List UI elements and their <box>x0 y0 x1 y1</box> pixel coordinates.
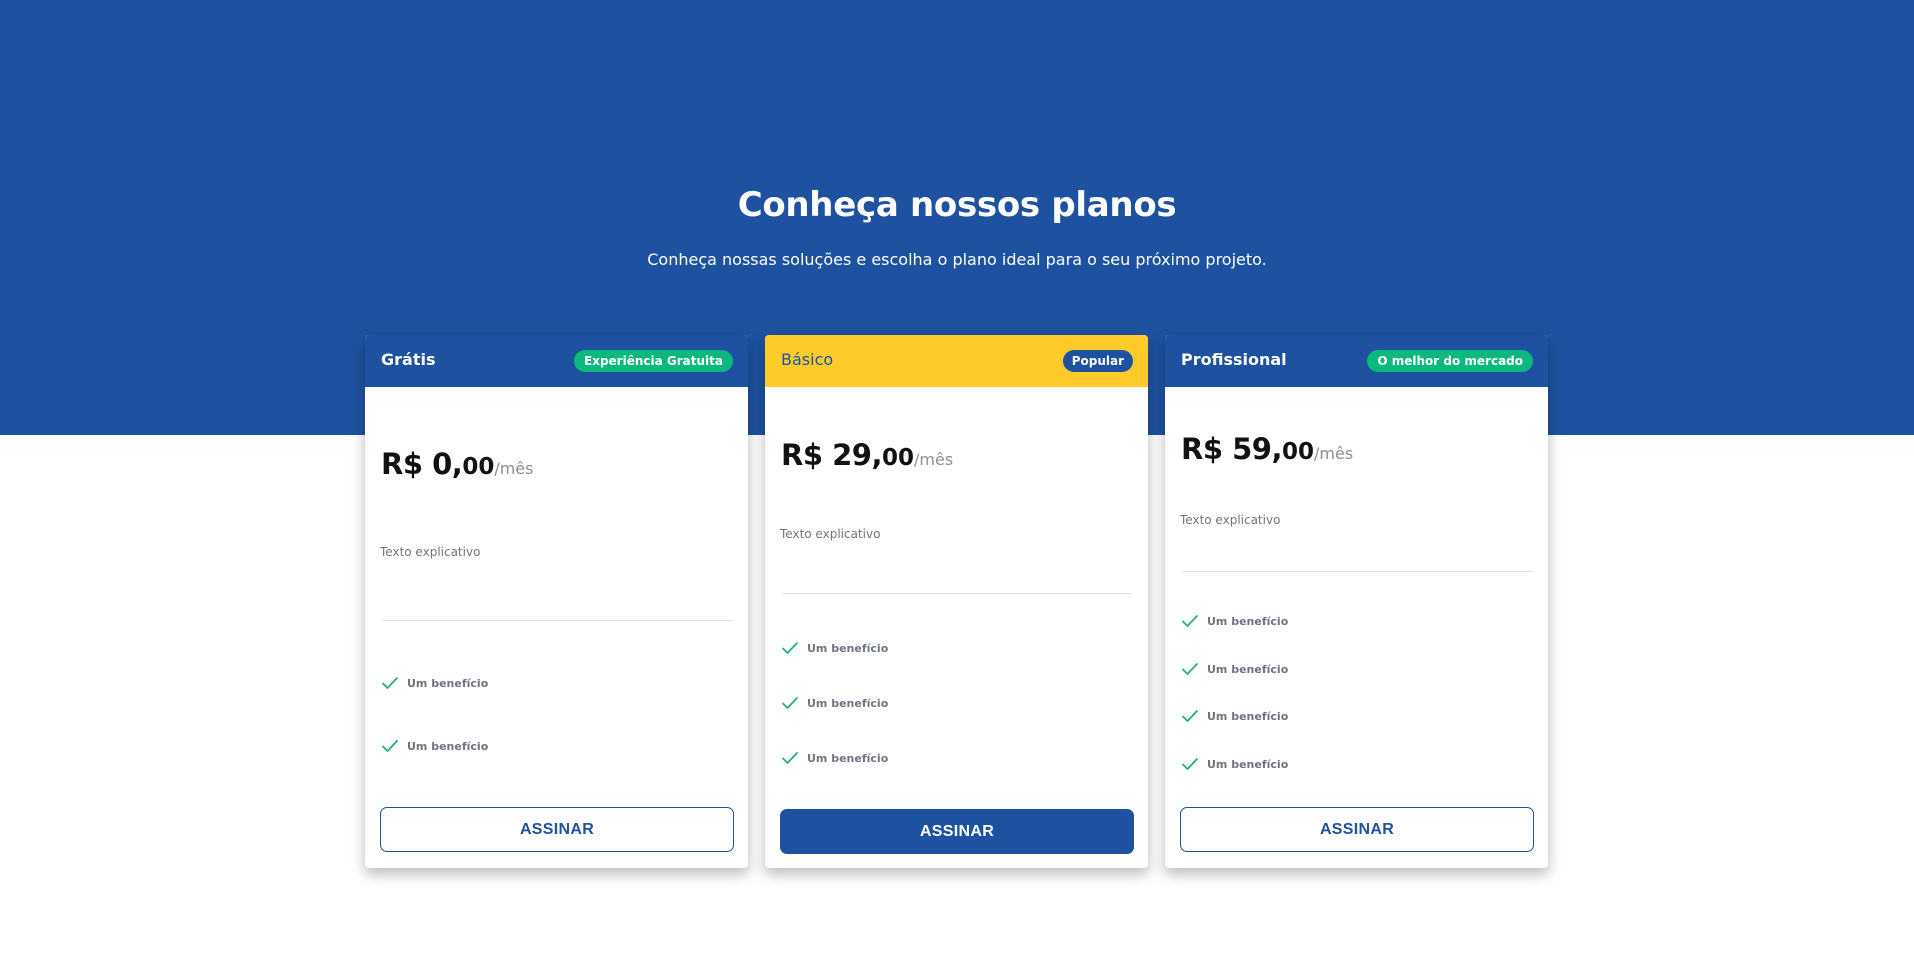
plan-card-gratis: Grátis Experiência Gratuita R$ 0,00/mês … <box>365 335 748 868</box>
benefit-label: Um benefício <box>1207 758 1289 771</box>
plan-description: Texto explicativo <box>1180 513 1281 527</box>
price-period: /mês <box>494 459 534 478</box>
benefit-label: Um benefício <box>407 677 489 690</box>
benefit-label: Um benefício <box>1207 663 1289 676</box>
price-cents: 00 <box>1281 439 1314 465</box>
plan-description: Texto explicativo <box>780 527 881 541</box>
check-icon <box>382 677 398 689</box>
subscribe-button[interactable]: ASSINAR <box>780 809 1134 854</box>
price-period: /mês <box>1314 444 1354 463</box>
page-title: Conheça nossos planos <box>737 185 1177 225</box>
price-amount: R$ 0, <box>381 447 463 481</box>
plan-price: R$ 59,00/mês <box>1181 432 1353 466</box>
benefit-label: Um benefício <box>1207 615 1289 628</box>
benefit-label: Um benefício <box>1207 710 1289 723</box>
check-icon <box>382 740 398 752</box>
benefit-label: Um benefício <box>807 752 889 765</box>
price-cents: 00 <box>881 445 914 471</box>
plan-badge: O melhor do mercado <box>1367 350 1533 372</box>
plan-name: Grátis <box>381 350 436 369</box>
plan-name: Profissional <box>1181 350 1287 369</box>
plan-badge: Experiência Gratuita <box>574 350 733 372</box>
plan-header: Grátis Experiência Gratuita <box>365 335 748 387</box>
plan-header: Profissional O melhor do mercado <box>1165 335 1548 387</box>
check-icon <box>782 697 798 709</box>
check-icon <box>1182 758 1198 770</box>
check-icon <box>1182 710 1198 722</box>
price-period: /mês <box>914 450 954 469</box>
benefit-label: Um benefício <box>807 642 889 655</box>
benefit-label: Um benefício <box>807 697 889 710</box>
check-icon <box>782 752 798 764</box>
divider <box>782 593 1132 594</box>
plan-description: Texto explicativo <box>380 545 481 559</box>
plan-price: R$ 29,00/mês <box>781 438 953 472</box>
divider <box>382 620 732 621</box>
plan-card-basico: Básico Popular R$ 29,00/mês Texto explic… <box>765 335 1148 868</box>
plan-name: Básico <box>781 350 834 369</box>
check-icon <box>782 642 798 654</box>
plan-card-profissional: Profissional O melhor do mercado R$ 59,0… <box>1165 335 1548 868</box>
price-amount: R$ 59, <box>1181 432 1282 466</box>
page-subtitle: Conheça nossas soluções e escolha o plan… <box>647 250 1267 269</box>
check-icon <box>1182 663 1198 675</box>
benefit-label: Um benefício <box>407 740 489 753</box>
price-amount: R$ 29, <box>781 438 882 472</box>
plan-badge: Popular <box>1062 350 1133 372</box>
plan-price: R$ 0,00/mês <box>381 447 533 481</box>
subscribe-button[interactable]: ASSINAR <box>1180 807 1534 852</box>
plan-header: Básico Popular <box>765 335 1148 387</box>
check-icon <box>1182 615 1198 627</box>
divider <box>1182 571 1532 572</box>
price-cents: 00 <box>462 454 495 480</box>
subscribe-button[interactable]: ASSINAR <box>380 807 734 852</box>
